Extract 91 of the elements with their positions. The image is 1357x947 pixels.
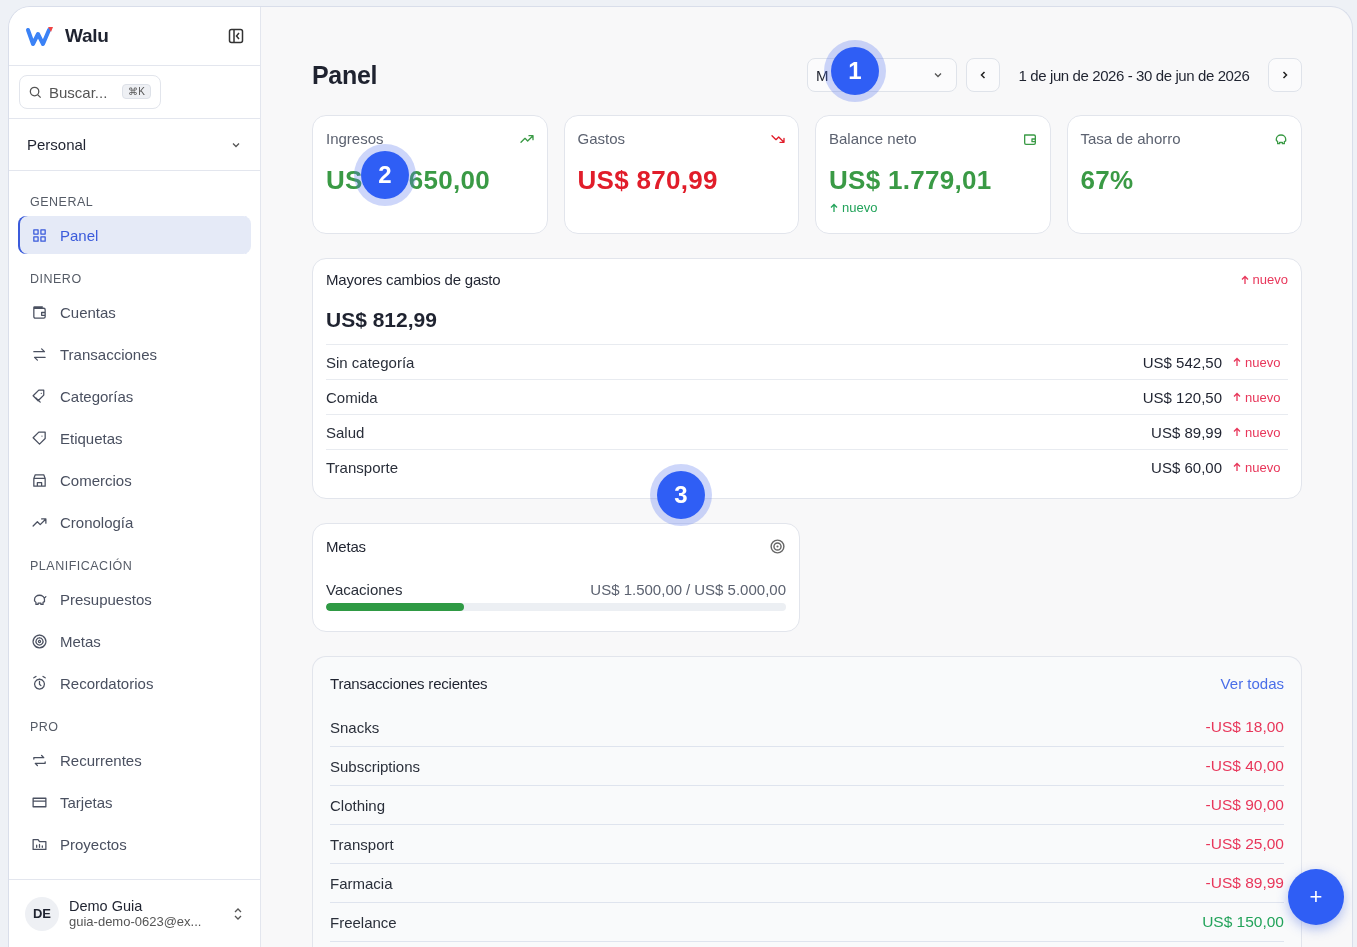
stat-label: Balance neto	[829, 130, 917, 147]
page-title: Panel	[312, 60, 379, 90]
amount: US$ 89,99	[1151, 423, 1222, 441]
nav-item[interactable]: Tarjetas	[18, 783, 251, 821]
change-label: nuevo	[1245, 459, 1281, 475]
stat-label: Gastos	[577, 130, 626, 147]
user-name: Demo Guia	[69, 898, 144, 914]
stat-value: 67%	[1080, 165, 1134, 196]
nav-item[interactable]: Comercios	[18, 461, 251, 499]
transaction-amount: -US$ 89,99	[1205, 874, 1284, 892]
nav-item[interactable]: Presupuestos	[18, 580, 251, 618]
section-heading: PRO	[29, 719, 60, 736]
card-title: Transacciones recientes	[330, 675, 488, 692]
nav-icon	[31, 632, 48, 650]
nav-item[interactable]: Metas	[18, 622, 251, 660]
arrow-up-icon	[1232, 427, 1242, 437]
nav-item[interactable]: Cuentas	[18, 293, 251, 331]
arrow-up-icon	[1239, 274, 1250, 285]
step-marker: 3	[657, 471, 705, 519]
card-title: Mayores cambios de gasto	[326, 271, 501, 288]
nav-icon	[31, 471, 48, 489]
change-label: nuevo	[1252, 272, 1288, 287]
category-name: Salud	[326, 423, 366, 441]
section-heading: GENERAL	[29, 194, 95, 211]
add-button[interactable]: +	[1288, 869, 1344, 925]
change-label: nuevo	[1245, 389, 1281, 405]
transaction-amount: -US$ 18,00	[1205, 718, 1284, 736]
view-all-link[interactable]: Ver todas	[1220, 675, 1284, 692]
total-amount: US$ 812,99	[326, 308, 438, 332]
amount: US$ 120,50	[1142, 388, 1222, 406]
category-name: Transporte	[326, 458, 399, 476]
stat-value: US$ 1.779,01	[829, 165, 992, 196]
nav-item[interactable]: Cronología	[18, 503, 251, 541]
next-button[interactable]	[1268, 58, 1302, 92]
nav-item[interactable]: Transacciones	[18, 335, 251, 373]
previous-button[interactable]	[966, 58, 1000, 92]
target-amount: US$ 5.000,00	[694, 581, 786, 598]
shortcut-hint: ⌘K	[122, 84, 151, 99]
logo-icon	[25, 25, 55, 47]
nav-item[interactable]: Etiquetas	[18, 419, 251, 457]
step-marker: 1	[831, 47, 879, 95]
change-label: nuevo	[1245, 354, 1281, 370]
nav-icon	[31, 303, 48, 321]
change-label: nuevo	[1245, 424, 1281, 440]
nav-item[interactable]: Recordatorios	[18, 664, 251, 702]
nav-item[interactable]: Panel	[18, 216, 251, 254]
brand-name: Walu	[65, 25, 110, 47]
stat-label: Tasa de ahorro	[1080, 130, 1181, 147]
nav-icon	[31, 345, 48, 363]
separator-slash: /	[686, 581, 691, 598]
amount: US$ 60,00	[1151, 458, 1222, 476]
card-title: Metas	[326, 538, 366, 555]
transaction-name: Clothing	[330, 796, 387, 814]
target-icon	[769, 538, 786, 555]
arrow-up-icon	[1232, 392, 1242, 402]
transaction-amount: -US$ 25,00	[1205, 835, 1284, 853]
date-range: 1 de jun de 2026 - 30 de jun de 2026	[1017, 66, 1251, 84]
nav-icon	[31, 226, 48, 244]
sidebar-toggle-icon[interactable]	[228, 28, 244, 44]
category-name: Comida	[326, 388, 379, 406]
stat-value: US$ 870,99	[577, 165, 718, 196]
category-name: Sin categoría	[326, 353, 416, 371]
transaction-amount: -US$ 90,00	[1205, 796, 1284, 814]
nav-icon	[31, 674, 48, 692]
stat-value: US	[326, 165, 363, 196]
user-email: guia-demo-0623@ex...	[69, 914, 203, 929]
transaction-name: Farmacia	[330, 874, 394, 892]
section-heading: PLANIFICACIÓN	[29, 557, 134, 575]
arrow-up-icon	[1232, 357, 1242, 367]
arrow-up-icon	[1232, 462, 1242, 472]
amount: US$ 542,50	[1142, 353, 1222, 371]
transaction-name: Freelance	[330, 913, 398, 931]
transaction-name: Transport	[330, 835, 395, 853]
saved-amount: US$ 1.500,00	[590, 581, 683, 598]
nav-item[interactable]: Proyectos	[18, 825, 251, 863]
nav-item[interactable]: Recurrentes	[18, 741, 251, 779]
goal-name: Vacaciones	[326, 581, 404, 598]
transaction-name: Subscriptions	[330, 757, 422, 775]
stat-value: 650,00	[408, 165, 491, 196]
search-icon	[28, 85, 43, 100]
transaction-name: Snacks	[330, 718, 381, 736]
user-menu[interactable]: DE Demo Guia guia-demo-0623@ex...	[9, 879, 260, 947]
stat-label: Ingresos	[326, 130, 384, 147]
transaction-amount: -US$ 40,00	[1205, 757, 1284, 775]
change-label: nuevo	[842, 200, 878, 215]
avatar: DE	[25, 896, 59, 931]
transaction-amount: US$ 150,00	[1202, 913, 1284, 931]
nav-item[interactable]: Categorías	[18, 377, 251, 415]
nav-icon	[31, 429, 48, 447]
section-heading: DINERO	[29, 271, 83, 288]
arrow-up-icon	[829, 202, 839, 213]
